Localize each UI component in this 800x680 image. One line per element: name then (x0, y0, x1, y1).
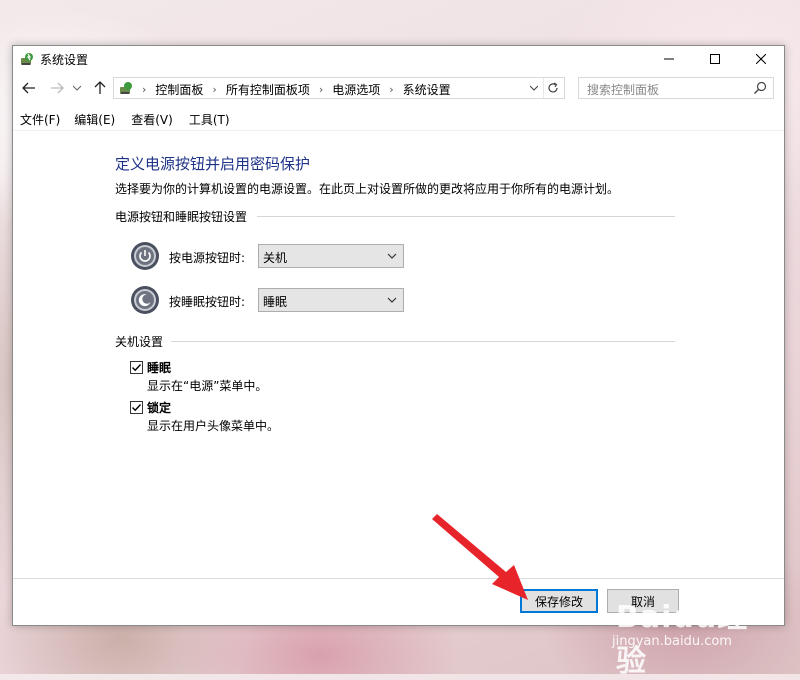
close-icon (756, 54, 766, 64)
divider (257, 216, 675, 217)
close-button[interactable] (738, 46, 784, 72)
forward-arrow-icon (51, 82, 64, 94)
watermark-url: jingyan.baidu.com (612, 634, 732, 649)
breadcrumb-power-options[interactable]: 电源选项 (332, 81, 380, 98)
menu-file[interactable]: 文件(F) (13, 109, 60, 129)
sleep-checkbox-description: 显示在“电源”菜单中。 (147, 379, 268, 393)
menu-tools[interactable]: 工具(T) (182, 109, 230, 129)
sleep-button-action-value: 睡眠 (263, 295, 288, 309)
breadcrumb-separator[interactable]: › (319, 83, 323, 96)
address-dropdown-button[interactable] (526, 78, 542, 98)
recent-locations-button[interactable] (71, 78, 83, 98)
main-content: 定义电源按钮并启用密码保护 选择要为你的计算机设置的电源设置。在此页上对设置所做… (13, 130, 784, 579)
page-description: 选择要为你的计算机设置的电源设置。在此页上对设置所做的更改将应用于你所有的电源计… (115, 182, 620, 196)
sleep-button-action-select[interactable]: 睡眠 (258, 288, 404, 312)
minimize-icon (664, 58, 674, 60)
checkmark-icon (132, 364, 142, 372)
save-changes-button[interactable]: 保存修改 (520, 589, 598, 613)
breadcrumb-separator[interactable]: › (212, 83, 216, 96)
page-title: 定义电源按钮并启用密码保护 (115, 155, 311, 173)
lock-checkbox-label[interactable]: 锁定 (147, 399, 171, 416)
refresh-button[interactable] (543, 78, 562, 98)
title-bar[interactable]: 系统设置 (13, 46, 784, 72)
back-arrow-icon (22, 82, 35, 94)
power-button-icon (131, 242, 159, 270)
power-button-label: 按电源按钮时: (169, 251, 246, 265)
power-buttons-group-header: 电源按钮和睡眠按钮设置 (115, 210, 248, 224)
search-box[interactable]: 搜索控制面板 (578, 77, 774, 99)
maximize-icon (710, 54, 720, 64)
menu-view[interactable]: 查看(V) (124, 109, 173, 129)
breadcrumb-system-settings[interactable]: 系统设置 (403, 81, 451, 98)
minimize-button[interactable] (646, 46, 692, 72)
lock-checkbox[interactable] (130, 401, 143, 414)
chevron-down-icon (530, 85, 538, 91)
address-bar[interactable]: › 控制面板 › 所有控制面板项 › 电源选项 › 系统设置 (113, 77, 565, 99)
chevron-down-icon (387, 297, 397, 303)
menu-edit[interactable]: 编辑(E) (67, 109, 115, 129)
window-title: 系统设置 (40, 53, 89, 67)
lock-checkbox-description: 显示在用户头像菜单中。 (147, 419, 280, 433)
chevron-down-icon (387, 253, 397, 259)
power-button-action-value: 关机 (263, 251, 288, 265)
search-icon[interactable] (753, 81, 767, 95)
chevron-down-icon (73, 85, 81, 91)
address-row: › 控制面板 › 所有控制面板项 › 电源选项 › 系统设置 搜索控制面板 (13, 75, 784, 101)
breadcrumb-all-items[interactable]: 所有控制面板项 (226, 81, 310, 98)
divider (171, 341, 675, 342)
breadcrumb-separator[interactable]: › (142, 83, 146, 96)
breadcrumb: › 控制面板 › 所有控制面板项 › 电源选项 › 系统设置 (138, 81, 451, 98)
breadcrumb-control-panel[interactable]: 控制面板 (155, 81, 203, 98)
shutdown-group-header: 关机设置 (115, 335, 164, 349)
refresh-icon (548, 82, 558, 93)
sleep-button-icon (131, 286, 159, 314)
up-arrow-icon (94, 81, 106, 94)
breadcrumb-separator[interactable]: › (389, 83, 393, 96)
sleep-button-label: 按睡眠按钮时: (169, 295, 246, 309)
search-input[interactable]: 搜索控制面板 (587, 81, 659, 98)
control-panel-icon (120, 82, 132, 94)
power-button-action-select[interactable]: 关机 (258, 244, 404, 268)
menu-bar: 文件(F) 编辑(E) 查看(V) 工具(T) (13, 109, 784, 129)
checkmark-icon (132, 404, 142, 412)
sleep-checkbox[interactable] (130, 361, 143, 374)
forward-button[interactable] (47, 78, 67, 98)
system-settings-window: 系统设置 › 控制面板 › 所有控制面板项 › 电源选项 › 系统设置 搜索控制… (12, 45, 785, 626)
baidu-watermark: Baidu经验 jingyan.baidu.com (612, 592, 760, 679)
up-button[interactable] (90, 78, 110, 98)
maximize-button[interactable] (692, 46, 738, 72)
back-button[interactable] (19, 78, 39, 98)
power-options-icon (21, 53, 33, 65)
sleep-checkbox-label[interactable]: 睡眠 (147, 359, 171, 376)
